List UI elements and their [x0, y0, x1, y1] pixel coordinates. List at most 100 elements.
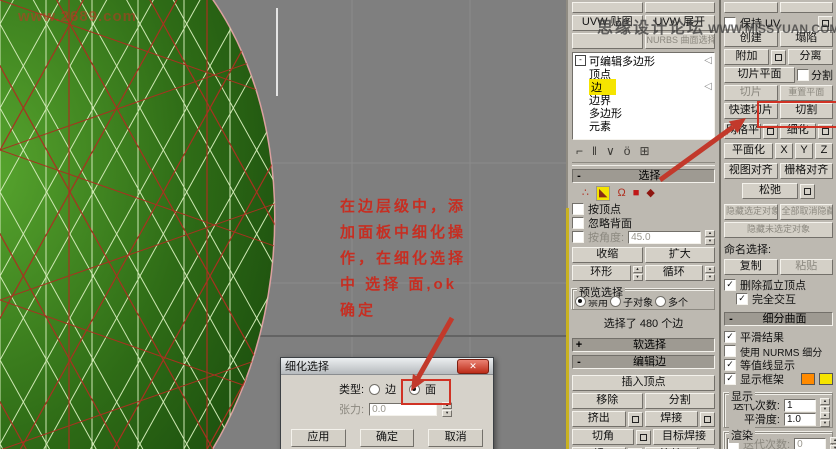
tension-field: 0.0	[369, 403, 437, 416]
preview-multiple-radio[interactable]	[655, 296, 666, 307]
apply-button[interactable]: 应用	[291, 429, 346, 447]
preserve-uv-settings-button[interactable]	[818, 16, 833, 31]
stack-item-element[interactable]: 元素	[575, 119, 712, 132]
partial-button[interactable]	[645, 2, 716, 13]
display-iterations-spinner[interactable]: ▲▼	[820, 398, 830, 413]
ring-button[interactable]: 环形	[572, 265, 631, 281]
by-angle-field[interactable]: 45.0	[628, 231, 701, 244]
planar-y-button[interactable]: Y	[795, 143, 813, 159]
remove-modifier-icon[interactable]: ö	[624, 144, 631, 158]
detach-button[interactable]: 分离	[788, 49, 833, 65]
type-face-radio[interactable]	[409, 384, 420, 395]
hide-unselected-button[interactable]: 隐藏未选定对象	[724, 222, 833, 238]
by-angle-spinner[interactable]: ▲▼	[705, 230, 715, 245]
weld-button[interactable]: 焊接	[645, 411, 699, 427]
show-cage-checkbox[interactable]: ✓	[724, 373, 736, 385]
use-nurms-checkbox[interactable]	[724, 345, 736, 357]
selection-rollout-header[interactable]: -选择	[572, 169, 715, 183]
partial-button[interactable]	[724, 2, 778, 13]
relax-settings-button[interactable]	[800, 184, 815, 199]
meshsmooth-button[interactable]: 网格平滑	[724, 123, 761, 139]
cancel-button[interactable]: 取消	[428, 429, 483, 447]
cage-selected-color-swatch[interactable]	[819, 373, 833, 385]
relax-button[interactable]: 松弛	[742, 183, 798, 199]
meshsmooth-settings-button[interactable]	[763, 124, 778, 139]
preview-subobject-radio[interactable]	[610, 296, 621, 307]
tessellate-settings-button[interactable]	[818, 124, 833, 139]
tessellate-button[interactable]: 细化	[780, 123, 817, 139]
close-icon[interactable]: ✕	[457, 359, 489, 374]
border-icon[interactable]: Ω	[617, 187, 625, 200]
edit-geometry-panel-column: 保持 UV 创建 塌陷 附加 分离 切片平面 分割 切片 重置平面 快速切片 切…	[719, 0, 836, 449]
isoline-display-checkbox[interactable]: ✓	[724, 359, 736, 371]
edge-icon[interactable]: ◣	[596, 186, 610, 201]
attach-button[interactable]: 附加	[724, 49, 769, 65]
grow-button[interactable]: 扩大	[645, 247, 716, 263]
soft-selection-rollout-header[interactable]: +软选择	[572, 338, 715, 352]
target-weld-button[interactable]: 目标焊接	[653, 429, 715, 445]
type-edge-radio[interactable]	[369, 384, 380, 395]
polygon-icon[interactable]: ■	[633, 187, 640, 200]
make-planar-button[interactable]: 平面化	[724, 143, 773, 159]
preserve-uv-checkbox[interactable]	[724, 17, 736, 29]
edit-edges-rollout-header[interactable]: -编辑边	[572, 355, 715, 369]
loop-spinner[interactable]: ▲▼	[705, 266, 715, 281]
chamfer-settings-button[interactable]	[636, 430, 651, 445]
shrink-button[interactable]: 收缩	[572, 247, 643, 263]
display-smoothness-spinner[interactable]: ▲▼	[820, 412, 830, 427]
planar-z-button[interactable]: Z	[815, 143, 833, 159]
remove-button[interactable]: 移除	[572, 393, 643, 409]
split-button[interactable]: 分割	[645, 393, 716, 409]
loop-button[interactable]: 循环	[645, 265, 704, 281]
reset-plane-button: 重置平面	[780, 85, 834, 101]
configure-modifier-sets-icon[interactable]: ⊞	[639, 144, 649, 158]
cut-button[interactable]: 切割	[780, 103, 834, 119]
display-iterations-field[interactable]: 1	[784, 399, 816, 412]
subobject-arrow-icon: ◁	[704, 81, 712, 92]
weld-settings-button[interactable]	[700, 412, 715, 427]
quickslice-button[interactable]: 快速切片	[724, 103, 778, 119]
partial-button[interactable]	[780, 2, 834, 13]
3dsmax-window: www.2689.com 在边层级中，添 加面板中细化操 作，在细化选择 中 选…	[0, 0, 836, 449]
slice-plane-button[interactable]: 切片平面	[724, 67, 795, 83]
uvw-unwrap-button[interactable]: UVW 展开	[645, 15, 716, 31]
attach-settings-button[interactable]	[771, 50, 786, 65]
split-checkbox[interactable]	[797, 69, 809, 81]
show-end-result-icon[interactable]: ‖	[592, 144, 597, 158]
named-selections-label: 命名选择:	[724, 241, 833, 257]
insert-vertex-button[interactable]: 插入顶点	[572, 375, 715, 391]
tension-spinner[interactable]: ▲▼	[442, 402, 452, 417]
chamfer-button[interactable]: 切角	[572, 429, 634, 445]
extrude-settings-button[interactable]	[628, 412, 643, 427]
partial-button[interactable]	[572, 2, 643, 13]
modify-panel-column: UVW 贴图 UVW 展开 NURBS 曲面选择 - 可编辑多边形 ◁ 顶点 边…	[566, 0, 719, 449]
modifier-stack-list[interactable]: - 可编辑多边形 ◁ 顶点 边 ◁ 边界 多边形 元素	[572, 52, 715, 140]
tree-collapse-icon[interactable]: -	[575, 55, 586, 66]
dialog-titlebar[interactable]: 细化选择 ✕	[281, 358, 493, 375]
ring-spinner[interactable]: ▲▼	[633, 266, 643, 281]
vertex-icon[interactable]: ∴	[582, 187, 589, 200]
render-iterations-spinner[interactable]: ▲▼	[830, 437, 836, 449]
ok-button[interactable]: 确定	[360, 429, 415, 447]
extrude-button[interactable]: 挤出	[572, 411, 626, 427]
dialog-title: 细化选择	[285, 358, 457, 374]
unhide-all-button[interactable]: 全部取消隐藏	[780, 204, 834, 220]
smooth-result-checkbox[interactable]: ✓	[724, 331, 736, 343]
copy-button[interactable]: 复制	[724, 259, 778, 275]
element-icon[interactable]: ◆	[646, 187, 654, 200]
view-align-button[interactable]: 视图对齐	[724, 163, 778, 179]
subdivision-surface-rollout-header[interactable]: -细分曲面	[724, 312, 833, 326]
display-smoothness-field[interactable]: 1.0	[784, 413, 816, 426]
create-button[interactable]: 创建	[724, 31, 778, 47]
tessellate-selection-dialog[interactable]: 细化选择 ✕ 类型: 边 面 张力: 0.0 ▲▼ 应用 确定 取消	[280, 357, 494, 449]
delete-isolated-vertices-checkbox[interactable]: ✓	[724, 279, 736, 291]
uvw-map-button[interactable]: UVW 贴图	[572, 15, 643, 31]
make-unique-icon[interactable]: ∨	[606, 144, 615, 158]
cage-color-swatch[interactable]	[801, 373, 815, 385]
planar-x-button[interactable]: X	[775, 143, 793, 159]
collapse-button[interactable]: 塌陷	[780, 31, 834, 47]
grid-align-button[interactable]: 栅格对齐	[780, 163, 834, 179]
full-interactivity-checkbox[interactable]: ✓	[736, 293, 748, 305]
hide-selected-button[interactable]: 隐藏选定对象	[724, 204, 778, 220]
pin-stack-icon[interactable]: ⌐	[576, 144, 583, 158]
